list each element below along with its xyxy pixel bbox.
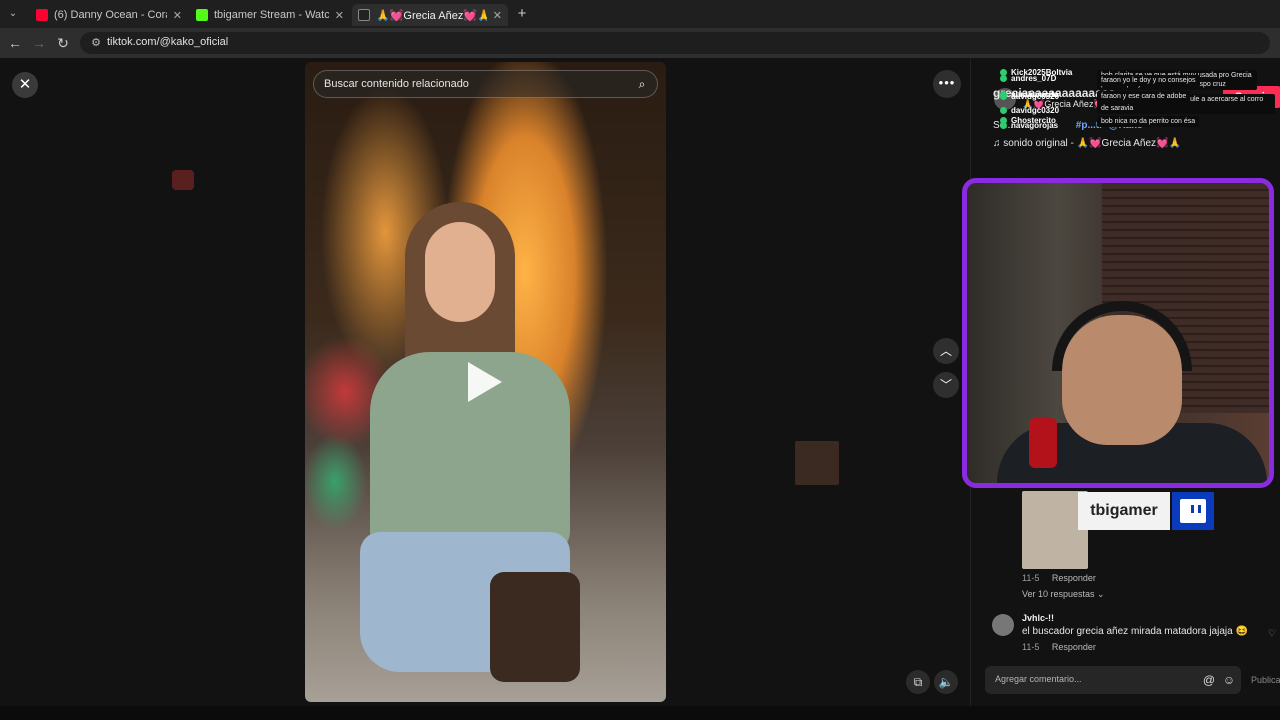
address-bar[interactable]: ⚙ tiktok.com/@kako_oficial	[80, 32, 1270, 54]
close-tab-icon[interactable]: ✕	[335, 9, 344, 22]
publish-button[interactable]: Publica	[1251, 675, 1280, 685]
comment-username[interactable]: Jvhlc-!!	[1022, 613, 1054, 623]
tiktok-page: ✕ Buscar contenido relacionado ⌕ ••• ︿ ﹀…	[0, 58, 1280, 720]
comment-date: 11-5	[1022, 573, 1040, 583]
bottom-strip	[0, 706, 1280, 720]
chat-badge-icon	[1000, 91, 1007, 98]
sound-link[interactable]: ♫ sonido original - 🙏💓Grecia Añez💓🙏	[993, 138, 1181, 149]
picture-in-picture-icon[interactable]: ⧉	[906, 670, 930, 694]
close-video-button[interactable]: ✕	[12, 72, 38, 98]
tab-youtube[interactable]: (6) Danny Ocean - Corazón (Of ✕	[30, 4, 188, 26]
comment-text: el buscador grecia añez mirada matadora …	[1022, 626, 1248, 637]
close-tab-icon[interactable]: ✕	[493, 9, 502, 22]
tab-kick[interactable]: tbigamer Stream - Watch Live o ✕	[190, 4, 350, 26]
stream-emote-image	[795, 441, 839, 485]
reply-button[interactable]: Responder	[1052, 573, 1096, 583]
comment-meta: 11-5 Responder	[1022, 642, 1096, 652]
kick-icon	[196, 9, 208, 21]
chat-message: davidgc0320	[1000, 106, 1059, 118]
tiktok-icon	[358, 9, 370, 21]
chat-message: andres_07D	[1000, 74, 1056, 86]
twitch-icon	[1172, 492, 1214, 530]
browser-tabbar: ⌄ (6) Danny Ocean - Corazón (Of ✕ tbigam…	[0, 0, 1280, 28]
previous-video-icon[interactable]: ︿	[933, 338, 959, 364]
comment-input[interactable]: Agregar comentario... @ ☺	[985, 666, 1241, 694]
chat-message: navagorojas	[1000, 121, 1058, 133]
play-icon[interactable]	[468, 362, 502, 402]
streamer-name-label: tbigamer	[1078, 492, 1170, 530]
video-figure-face	[425, 222, 495, 322]
reply-button[interactable]: Responder	[1052, 642, 1096, 652]
streamer-webcam	[962, 178, 1274, 488]
search-placeholder: Buscar contenido relacionado	[324, 78, 469, 90]
related-search-input[interactable]: Buscar contenido relacionado ⌕	[313, 70, 658, 98]
search-icon[interactable]: ⌕	[635, 77, 649, 91]
url-text: tiktok.com/@kako_oficial	[107, 36, 229, 48]
browser-toolbar: ← → ↻ ⚙ tiktok.com/@kako_oficial	[0, 28, 1280, 58]
avatar[interactable]	[992, 614, 1014, 636]
stream-emote-image	[172, 170, 194, 190]
like-icon[interactable]: ♡	[1268, 628, 1276, 639]
tab-title: tbigamer Stream - Watch Live o	[214, 9, 329, 21]
mention-icon[interactable]: @	[1201, 672, 1217, 688]
chat-message-text: bob nica no da perrito con ésa	[1097, 116, 1200, 127]
chat-badge-icon	[1000, 75, 1007, 82]
volume-icon[interactable]: 🔈	[934, 670, 958, 694]
back-icon[interactable]: ←	[6, 34, 24, 52]
next-video-icon[interactable]: ﹀	[933, 372, 959, 398]
chat-message: sbrahamcito	[1000, 90, 1059, 102]
close-tab-icon[interactable]: ✕	[173, 9, 182, 22]
tab-tiktok[interactable]: 🙏💓Grecia Añez💓🙏 (@ ✕	[352, 4, 508, 26]
chat-badge-icon	[1000, 122, 1007, 129]
comment-placeholder: Agregar comentario...	[995, 674, 1082, 684]
comment-meta: 11-5 Responder	[1022, 573, 1096, 583]
chat-badge-icon	[1000, 107, 1007, 114]
new-tab-icon[interactable]: +	[513, 5, 531, 23]
site-settings-icon[interactable]: ⚙	[88, 35, 104, 51]
video-figure-bag	[490, 572, 580, 682]
forward-icon[interactable]: →	[30, 34, 48, 52]
tab-search-icon[interactable]: ⌄	[4, 5, 22, 23]
tab-title: (6) Danny Ocean - Corazón (Of	[54, 9, 167, 21]
youtube-icon	[36, 9, 48, 21]
chat-message-text: faraon yo le doy y no consejos	[1097, 75, 1200, 86]
view-replies-button[interactable]: Ver 10 respuestas ⌄	[1022, 589, 1105, 600]
chat-message-text: faraon y ese cara de adobe	[1097, 91, 1191, 102]
comment-date: 11-5	[1022, 642, 1040, 652]
more-options-icon[interactable]: •••	[933, 70, 961, 98]
microphone-graphic	[1029, 418, 1057, 468]
reload-icon[interactable]: ↻	[54, 34, 72, 52]
tab-title: 🙏💓Grecia Añez💓🙏 (@	[376, 9, 487, 22]
emoji-icon[interactable]: ☺	[1221, 672, 1237, 688]
